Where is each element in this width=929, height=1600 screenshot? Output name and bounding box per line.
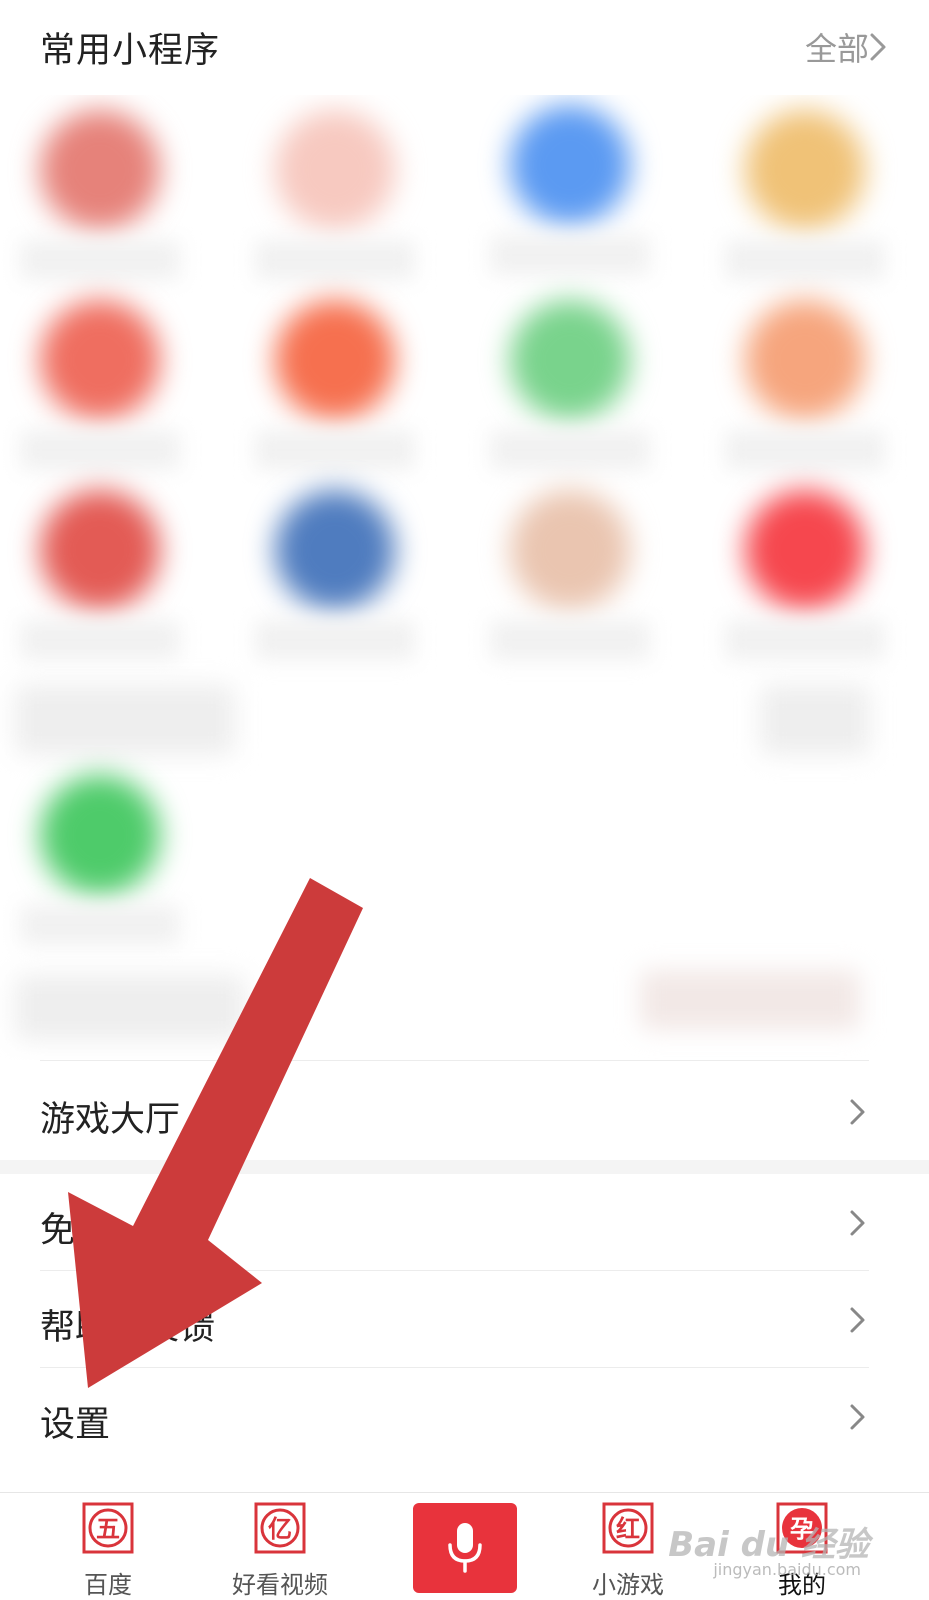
watermark-url: jingyan.baidu.com (713, 1560, 861, 1579)
mini-program-item[interactable] (235, 290, 435, 480)
blurred-label (640, 970, 860, 1030)
mini-program-item[interactable] (0, 100, 200, 290)
chevron-right-icon (850, 1307, 865, 1333)
mini-program-item[interactable] (705, 290, 905, 480)
menu-item-settings[interactable]: 设置 (0, 1368, 929, 1464)
section-divider (0, 1160, 929, 1174)
svg-text:五: 五 (96, 1515, 120, 1543)
mini-program-item[interactable] (470, 480, 670, 670)
mini-program-item[interactable] (235, 100, 435, 290)
svg-text:红: 红 (616, 1515, 640, 1543)
mini-program-item[interactable] (470, 290, 670, 480)
mini-program-item[interactable] (0, 290, 200, 480)
blurred-label (760, 685, 870, 755)
video-tab-icon: 亿 (254, 1502, 306, 1554)
microphone-icon (448, 1523, 482, 1573)
svg-text:亿: 亿 (268, 1515, 292, 1543)
voice-search-button[interactable] (413, 1503, 517, 1593)
mini-programs-header: 常用小程序 全部 (0, 0, 929, 95)
mini-program-item[interactable] (0, 480, 200, 670)
game-tab-icon: 红 (602, 1502, 654, 1554)
tab-baidu[interactable]: 五 百度 (48, 1493, 168, 1600)
baidu-tab-icon: 五 (82, 1502, 134, 1554)
menu-item-label: 帮助与反馈 (40, 1308, 216, 1348)
tab-label: 百度 (84, 1571, 132, 1599)
mini-program-item[interactable] (0, 765, 200, 955)
tab-label: 小游戏 (592, 1571, 664, 1599)
mini-program-item[interactable] (235, 480, 435, 670)
chevron-right-icon (850, 1210, 865, 1236)
menu-item-label: 免 (40, 1211, 76, 1251)
mini-program-item[interactable] (470, 95, 670, 285)
chevron-right-icon (850, 1099, 865, 1125)
blurred-label (15, 975, 245, 1040)
watermark-logo: Bai du 经验 (668, 1525, 869, 1565)
chevron-right-icon[interactable] (865, 30, 891, 64)
menu-item-help-feedback[interactable]: 帮助与反馈 (0, 1271, 929, 1367)
chevron-right-icon (850, 1404, 865, 1430)
divider (40, 1060, 869, 1061)
mini-program-item[interactable] (705, 100, 905, 290)
menu-item-game-hall[interactable]: 游戏大厅 (0, 1063, 929, 1159)
menu-item-label: 设置 (40, 1405, 111, 1445)
mini-program-item[interactable] (705, 480, 905, 670)
blurred-label (15, 685, 235, 755)
view-all-link[interactable]: 全部 (805, 24, 869, 70)
menu-item-label: 游戏大厅 (40, 1100, 181, 1140)
menu-item-free[interactable]: 免 (0, 1174, 929, 1270)
page-title: 常用小程序 (40, 31, 221, 71)
mini-program-grid (0, 95, 929, 1060)
tab-label: 好看视频 (232, 1571, 328, 1599)
tab-haokan-video[interactable]: 亿 好看视频 (220, 1493, 340, 1600)
